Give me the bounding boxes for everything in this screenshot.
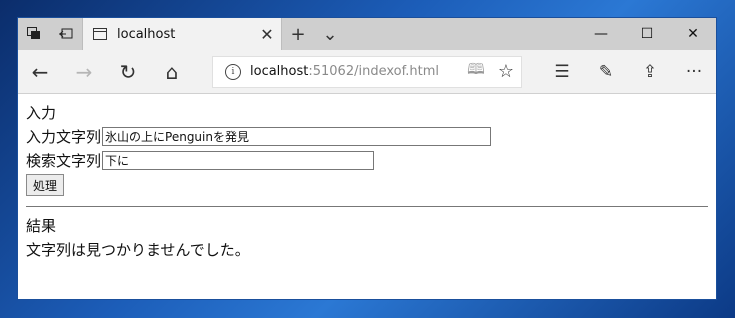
tab-preview-icon[interactable]	[18, 18, 50, 50]
minimize-button[interactable]: —	[578, 18, 624, 50]
page-icon	[93, 28, 107, 40]
search-input[interactable]	[102, 150, 375, 170]
tabstrip-drag-area[interactable]	[346, 18, 578, 50]
more-icon[interactable]: ···	[672, 50, 716, 94]
browser-window: localhost ✕ + ⌄ — ☐ ✕ ← → ↻ ⌂ i localhos…	[17, 17, 717, 300]
hub-icon[interactable]: ☰	[540, 50, 584, 94]
source-label: 入力文字列	[26, 127, 102, 146]
navigation-bar: ← → ↻ ⌂ i localhost:51062/indexof.html 🕮…	[18, 50, 716, 94]
tab-strip: localhost ✕ + ⌄ — ☐ ✕	[18, 18, 716, 50]
search-row: 検索文字列	[26, 148, 708, 172]
favorite-star-icon[interactable]: ☆	[491, 61, 521, 82]
page-content: 入力 入力文字列 検索文字列 処理 結果 文字列は見つかりませんでした。	[18, 94, 716, 299]
home-button[interactable]: ⌂	[150, 50, 194, 94]
share-icon[interactable]: ⇪	[628, 50, 672, 94]
address-bar[interactable]: i localhost:51062/indexof.html 🕮 ☆	[212, 55, 522, 88]
new-tab-button[interactable]: +	[282, 18, 314, 50]
submit-button[interactable]: 処理	[26, 174, 65, 196]
url-host: localhost	[250, 64, 309, 79]
close-window-button[interactable]: ✕	[670, 18, 716, 50]
result-heading: 結果	[26, 217, 57, 235]
close-tab-icon[interactable]: ✕	[253, 25, 281, 44]
tab-list-icon[interactable]: ⌄	[314, 18, 346, 50]
search-label: 検索文字列	[26, 151, 102, 170]
divider	[26, 206, 708, 207]
info-icon[interactable]: i	[225, 63, 241, 80]
forward-button[interactable]: →	[62, 50, 106, 94]
tab-localhost[interactable]: localhost ✕	[82, 18, 282, 50]
url-path: :51062/indexof.html	[308, 64, 439, 79]
web-note-icon[interactable]: ✎	[584, 50, 628, 94]
input-heading: 入力	[26, 104, 57, 122]
tab-title: localhost	[117, 26, 176, 42]
back-button[interactable]: ←	[18, 50, 62, 94]
maximize-button[interactable]: ☐	[624, 18, 670, 50]
set-aside-tabs-icon[interactable]	[50, 18, 82, 50]
refresh-button[interactable]: ↻	[106, 50, 150, 94]
reading-view-icon[interactable]: 🕮	[461, 59, 491, 84]
source-row: 入力文字列	[26, 124, 708, 148]
result-text: 文字列は見つかりませんでした。	[26, 241, 250, 259]
source-input[interactable]	[102, 126, 492, 146]
